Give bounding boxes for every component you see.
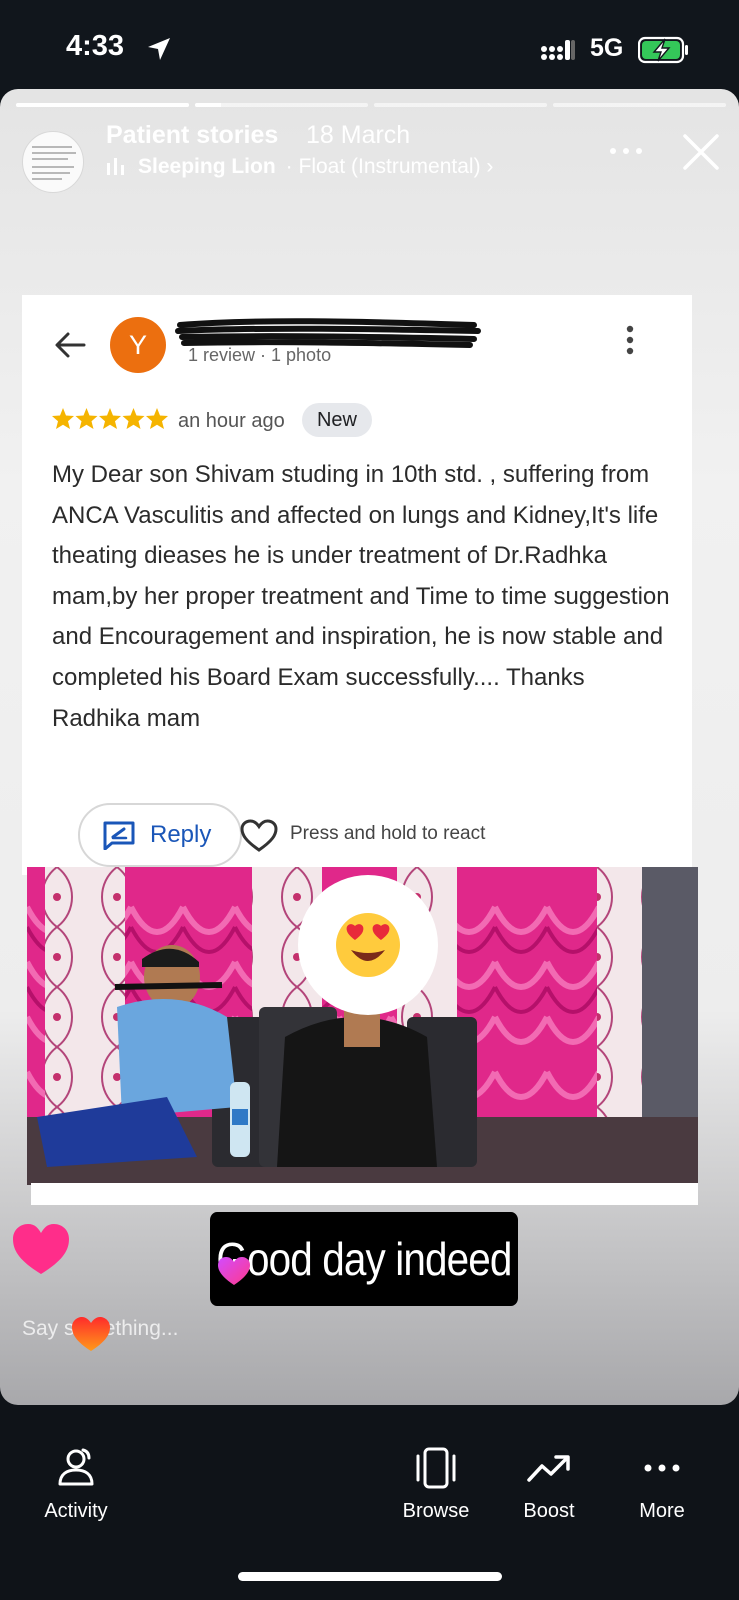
progress-segment	[553, 103, 726, 107]
music-attribution[interactable]: Sleeping Lion · Float (Instrumental) ›	[106, 155, 493, 179]
battery-charging-icon	[638, 36, 688, 64]
sparkle-heart-sticker	[218, 1257, 250, 1285]
back-arrow-icon	[55, 332, 86, 358]
nav-more[interactable]: More	[602, 1444, 722, 1523]
review-text: My Dear son Shivam studing in 10th std. …	[52, 461, 670, 732]
story-progress	[16, 103, 726, 107]
story-account-name[interactable]: Patient stories	[106, 121, 278, 150]
star-icon	[99, 408, 121, 429]
react-hint: Press and hold to react	[290, 823, 486, 844]
reply-button: Reply	[78, 803, 242, 867]
progress-segment	[195, 103, 368, 107]
nav-boost-label: Boost	[523, 1500, 575, 1522]
heart-eyes-emoji	[298, 875, 438, 1015]
reply-label: Reply	[150, 821, 212, 848]
star-icon	[122, 408, 145, 429]
network-label: 5G	[590, 34, 624, 62]
star-icon	[75, 408, 98, 429]
nav-browse[interactable]: Browse	[376, 1444, 496, 1523]
nav-browse-label: Browse	[402, 1500, 470, 1522]
music-bars-icon	[107, 158, 124, 175]
signal-icon	[541, 40, 575, 60]
music-track: · Float (Instrumental) ›	[285, 155, 494, 178]
more-icon	[644, 1464, 680, 1472]
reviewer-meta: 1 review · 1 photo	[188, 345, 332, 365]
browse-icon	[416, 1447, 456, 1489]
status-bar: 4:33 5G	[0, 0, 739, 90]
status-time: 4:33	[66, 30, 125, 62]
nav-more-label: More	[639, 1500, 685, 1522]
star-icon	[146, 408, 168, 429]
reviewer-avatar: Y	[110, 317, 166, 373]
review-time: an hour ago	[178, 410, 285, 432]
fire-heart-sticker	[72, 1317, 110, 1351]
boost-icon	[527, 1455, 570, 1482]
music-artist: Sleeping Lion	[138, 155, 276, 178]
reply-icon	[103, 821, 135, 850]
activity-icon	[58, 1448, 94, 1486]
story-avatar[interactable]	[22, 131, 84, 193]
nav-activity-label: Activity	[44, 1500, 108, 1522]
star-icon	[52, 408, 74, 429]
heart-outline-icon	[240, 819, 278, 852]
location-arrow-icon	[148, 38, 170, 60]
nav-boost[interactable]: Boost	[489, 1444, 609, 1523]
photo-bottom-strip	[31, 1183, 698, 1205]
home-indicator[interactable]	[238, 1572, 502, 1581]
more-dots-icon[interactable]	[609, 146, 643, 156]
new-badge: New	[302, 403, 372, 437]
kebab-icon	[626, 325, 634, 355]
progress-segment	[374, 103, 547, 107]
rating-stars	[52, 408, 168, 429]
close-icon[interactable]	[682, 133, 720, 171]
story-date: 18 March	[306, 121, 411, 149]
heart-sticker	[13, 1224, 69, 1274]
review-screenshot: Y 1 review · 1 photo an hour ago New My …	[22, 295, 692, 875]
story-caption: Good day indeed	[210, 1212, 518, 1306]
progress-segment	[16, 103, 189, 107]
bottom-nav: Activity Browse Boost More	[0, 1406, 739, 1600]
nav-activity[interactable]: Activity	[16, 1444, 136, 1523]
story-card[interactable]: Patient stories 18 March Sleeping Lion ·…	[0, 89, 739, 1405]
